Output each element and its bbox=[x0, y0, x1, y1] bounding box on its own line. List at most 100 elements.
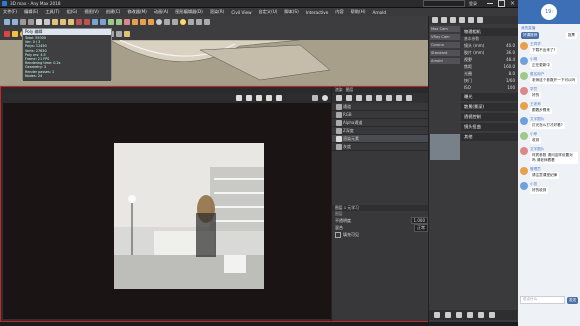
render-icon[interactable] bbox=[148, 19, 154, 25]
eye-icon[interactable] bbox=[336, 111, 342, 118]
hierarchy-tab-icon[interactable] bbox=[450, 17, 456, 23]
send-button[interactable]: 发送 bbox=[566, 296, 578, 304]
layer-icon[interactable] bbox=[108, 19, 114, 25]
bokeh-section[interactable]: 散景(景深) bbox=[461, 103, 518, 111]
chat-input[interactable]: 说点什么 bbox=[520, 296, 565, 304]
layer-undo-icon[interactable] bbox=[396, 95, 402, 101]
menu-content[interactable]: 内容 bbox=[335, 9, 343, 15]
camera-type-button[interactable]: Standard bbox=[430, 50, 460, 56]
param-value[interactable]: 36.0 bbox=[506, 50, 515, 55]
render-canvas[interactable] bbox=[3, 103, 331, 319]
camera-icon[interactable] bbox=[172, 19, 178, 25]
vray-light-icon[interactable] bbox=[12, 31, 18, 37]
space-warp-icon[interactable] bbox=[196, 19, 202, 25]
light-icon[interactable] bbox=[180, 19, 186, 25]
menu-interactive[interactable]: Interactive bbox=[306, 10, 329, 15]
minimize-icon[interactable] bbox=[486, 3, 493, 4]
layer-redo-icon[interactable] bbox=[406, 95, 412, 101]
recommend-button[interactable]: 好课推荐 bbox=[521, 32, 540, 39]
unlink-icon[interactable] bbox=[28, 19, 34, 25]
menu-tools[interactable]: 工具(T) bbox=[45, 9, 59, 15]
print-icon[interactable] bbox=[266, 95, 272, 101]
param-value[interactable]: 160.0 bbox=[504, 64, 515, 69]
mirror-icon[interactable] bbox=[92, 19, 98, 25]
select-icon[interactable] bbox=[36, 19, 42, 25]
stats-overlay[interactable]: Poly 编辑 Total: 55000 Ver: 0 / 3 Polys: 1… bbox=[22, 28, 112, 81]
vray-icon[interactable] bbox=[4, 31, 10, 37]
fill-visible-checkbox[interactable] bbox=[335, 231, 341, 238]
copy-image-icon[interactable] bbox=[246, 95, 252, 101]
teapot-icon[interactable] bbox=[156, 19, 162, 25]
menu-animation[interactable]: 动画(A) bbox=[154, 9, 169, 15]
menu-arnold[interactable]: Arnold bbox=[372, 10, 386, 15]
menu-group[interactable]: 组(G) bbox=[67, 9, 78, 15]
vray-clipper-icon[interactable] bbox=[116, 31, 122, 37]
curve-editor-icon[interactable] bbox=[116, 19, 122, 25]
vray-lightmtl-icon[interactable] bbox=[124, 31, 130, 37]
eye-icon[interactable] bbox=[336, 143, 342, 150]
vote-button[interactable]: 投票 bbox=[565, 32, 577, 39]
render-frame-icon[interactable] bbox=[140, 19, 146, 25]
layer-mask-icon[interactable] bbox=[366, 95, 372, 101]
layer-row[interactable]: 灰度 bbox=[332, 143, 431, 151]
login-label[interactable]: 登录 bbox=[469, 1, 477, 7]
align-icon[interactable] bbox=[100, 19, 106, 25]
render-frame-window[interactable]: 渲染图片 bbox=[0, 86, 432, 322]
close-icon[interactable]: × bbox=[510, 0, 515, 7]
scale-icon[interactable] bbox=[68, 19, 74, 25]
undo-icon[interactable] bbox=[4, 19, 10, 25]
menu-scripting[interactable]: 脚本(S) bbox=[284, 9, 298, 15]
stop-icon[interactable] bbox=[445, 312, 451, 318]
display-tab-icon[interactable] bbox=[468, 17, 474, 23]
param-value[interactable]: 100 bbox=[507, 85, 515, 90]
create-tab-icon[interactable] bbox=[432, 17, 438, 23]
maximize-icon[interactable] bbox=[497, 0, 505, 7]
layer-row[interactable]: Z深度 bbox=[332, 127, 431, 135]
eye-icon[interactable] bbox=[336, 103, 342, 110]
menu-civil-view[interactable]: Civil View bbox=[231, 10, 251, 15]
snap-icon[interactable] bbox=[76, 19, 82, 25]
param-value[interactable]: 1/60 bbox=[506, 78, 515, 83]
layer-row-selected[interactable]: 渲染元素 bbox=[332, 135, 431, 143]
layer-row[interactable]: Alpha通道 bbox=[332, 119, 431, 127]
camera-type-button[interactable]: Corona bbox=[430, 42, 460, 48]
pan-icon[interactable] bbox=[478, 312, 484, 318]
lens-distortion-section[interactable]: 镜头扭曲 bbox=[461, 123, 518, 131]
key-icon[interactable] bbox=[456, 312, 462, 318]
menu-views[interactable]: 视图(V) bbox=[84, 9, 99, 15]
scene-explorer-icon[interactable] bbox=[164, 19, 170, 25]
menu-create[interactable]: 创建(C) bbox=[106, 9, 121, 15]
play-icon[interactable] bbox=[434, 312, 440, 318]
move-icon[interactable] bbox=[52, 19, 58, 25]
rotate-icon[interactable] bbox=[60, 19, 66, 25]
param-value[interactable]: 40.0 bbox=[506, 43, 515, 48]
zoom-icon[interactable] bbox=[467, 312, 473, 318]
select-region-icon[interactable] bbox=[44, 19, 50, 25]
menu-graph-editors[interactable]: 图形编辑器(D) bbox=[175, 9, 202, 15]
layer-filter-icon[interactable] bbox=[346, 95, 352, 101]
helper-icon[interactable] bbox=[188, 19, 194, 25]
angle-snap-icon[interactable] bbox=[84, 19, 90, 25]
clone-frame-icon[interactable] bbox=[256, 95, 262, 101]
layer-folder-icon[interactable] bbox=[376, 95, 382, 101]
tab-render[interactable]: 渲染 bbox=[335, 87, 343, 93]
misc-section[interactable]: 其他 bbox=[461, 133, 518, 141]
material-editor-icon[interactable] bbox=[124, 19, 130, 25]
layer-delete-icon[interactable] bbox=[386, 95, 392, 101]
menu-edit[interactable]: 编辑(E) bbox=[24, 9, 38, 15]
camera-type-button[interactable]: Arnold bbox=[430, 58, 460, 64]
exposure-section[interactable]: 曝光 bbox=[461, 93, 518, 101]
utilities-tab-icon[interactable] bbox=[477, 17, 483, 23]
param-value[interactable]: 48.4 bbox=[506, 57, 515, 62]
redo-icon[interactable] bbox=[12, 19, 18, 25]
save-image-icon[interactable] bbox=[236, 95, 242, 101]
clear-icon[interactable] bbox=[276, 95, 282, 101]
teapot-render-icon[interactable] bbox=[322, 95, 328, 101]
menu-file[interactable]: 文件(F) bbox=[3, 9, 17, 15]
param-value[interactable]: 8.0 bbox=[509, 71, 515, 76]
render-setup-icon[interactable] bbox=[132, 19, 138, 25]
tab-layers[interactable]: 图层 bbox=[346, 87, 354, 93]
color-swatch[interactable] bbox=[430, 134, 460, 160]
layer-fx-icon[interactable] bbox=[356, 95, 362, 101]
systems-icon[interactable] bbox=[204, 19, 210, 25]
